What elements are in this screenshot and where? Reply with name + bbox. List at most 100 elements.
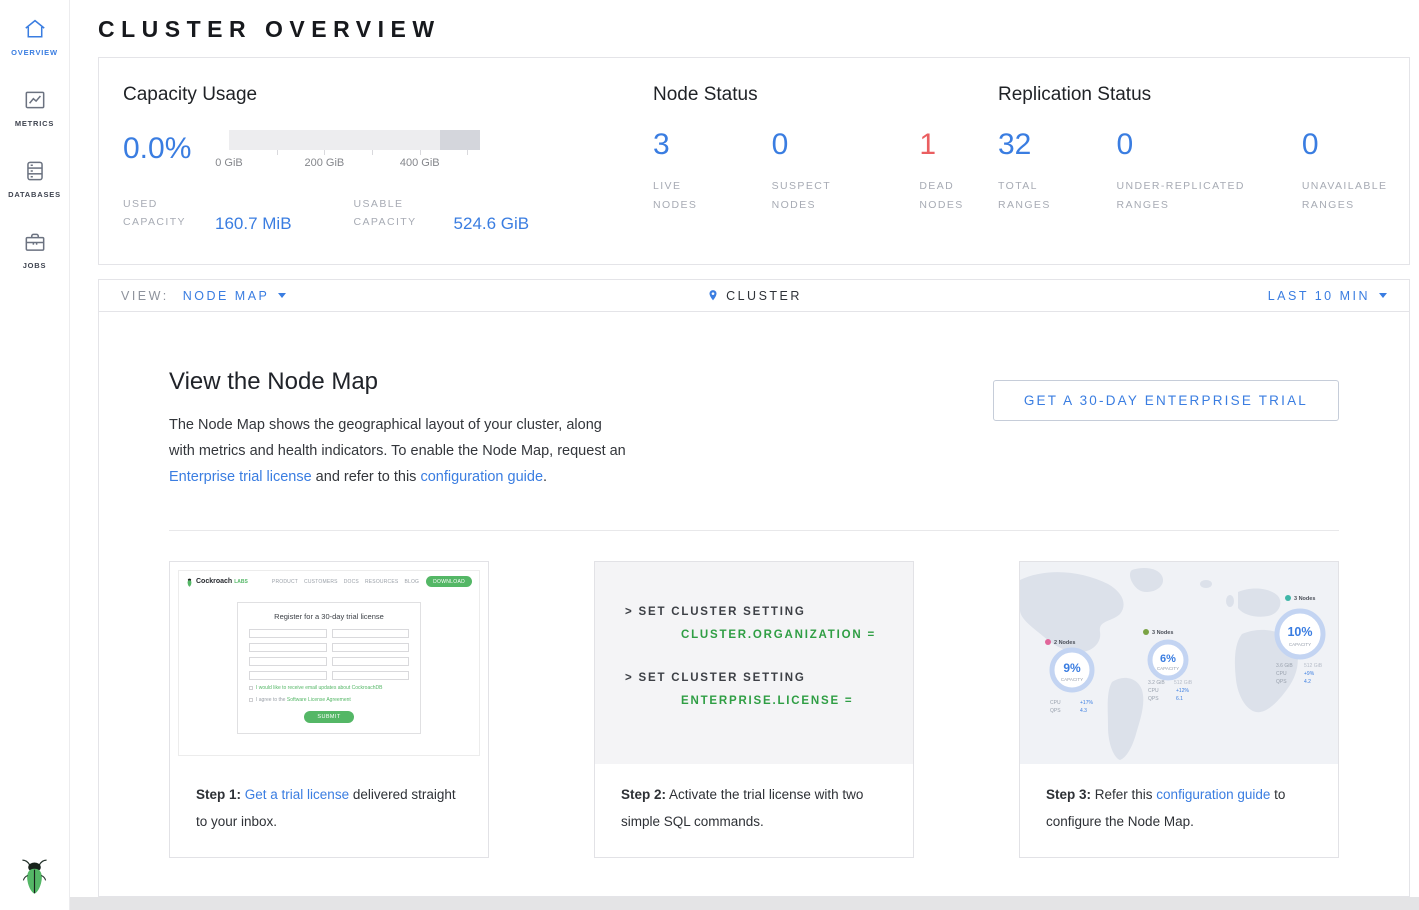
step-3-map-thumbnail: 2 Nodes 9% CAPACITY CPU +17% QPS 4.3 [1020,562,1338,764]
mini-brand-suffix: LABS [234,579,248,585]
page-title: CLUSTER OVERVIEW [98,16,1410,43]
tick-label: 0 GiB [215,157,243,169]
sql-command: > SET CLUSTER SETTING [625,672,913,684]
node-map-description: The Node Map shows the geographical layo… [169,412,631,490]
configuration-guide-link[interactable]: configuration guide [1156,787,1270,802]
svg-text:3.2 GiB: 3.2 GiB [1148,680,1165,686]
used-capacity-label: USED CAPACITY [123,195,195,232]
mini-registration-form: Register for a 30-day trial license I w [237,602,421,734]
unavailable-ranges-stat: 0 UNAVAILABLE RANGES [1302,130,1409,215]
node-status-section: Node Status 3 LIVE NODES 0 SUSPECT NODES… [653,84,998,234]
total-ranges-label: TOTAL RANGES [998,180,1051,211]
tick-label: 200 GiB [305,157,345,169]
sidebar-item-jobs[interactable]: JOBS [0,229,70,270]
enterprise-trial-button[interactable]: GET A 30-DAY ENTERPRISE TRIAL [993,380,1339,421]
used-capacity-stat: USED CAPACITY 160.7 MiB [123,195,292,232]
svg-text:9%: 9% [1063,661,1081,675]
replication-status-section: Replication Status 32 TOTAL RANGES 0 UND… [998,84,1409,234]
enterprise-trial-license-link[interactable]: Enterprise trial license [169,469,312,485]
under-replicated-ranges-stat: 0 UNDER-REPLICATED RANGES [1117,130,1256,215]
mini-agree-checkbox: I agree to the Software License Agreemen… [249,697,409,704]
suspect-nodes-value: 0 [772,130,874,160]
svg-text:CAPACITY: CAPACITY [1157,666,1179,671]
mini-form-title: Register for a 30-day trial license [249,612,409,621]
capacity-bar-segment [440,130,480,150]
cockroach-logo-icon [186,577,193,587]
total-ranges-stat: 32 TOTAL RANGES [998,130,1071,215]
step-1-thumbnail: Cockroach LABS PRODUCT CUSTOMERS DOCS RE… [170,562,488,764]
svg-text:QPS: QPS [1148,696,1159,702]
chevron-down-icon [278,293,286,298]
scope-label: CLUSTER [726,289,802,303]
view-bar: CLUSTER VIEW: NODE MAP LAST 10 MIN [98,279,1410,312]
usable-capacity-stat: USABLE CAPACITY 524.6 GiB [354,195,530,232]
mini-brand: Cockroach [196,578,232,585]
node-map-intro: View the Node Map The Node Map shows the… [169,368,631,490]
step-1-caption: Step 1: Get a trial license delivered st… [170,764,488,857]
svg-text:10%: 10% [1287,625,1312,639]
capacity-bar: 0 GiB 200 GiB 400 GiB [229,130,480,171]
svg-text:4.2: 4.2 [1304,679,1311,685]
step-1-card: Cockroach LABS PRODUCT CUSTOMERS DOCS RE… [169,561,489,858]
usable-capacity-label: USABLE CAPACITY [354,195,434,232]
step-2-card: > SET CLUSTER SETTING CLUSTER.ORGANIZATI… [594,561,914,858]
dead-nodes-stat: 1 DEAD NODES [919,130,998,215]
node-map-preview: 2 Nodes 9% CAPACITY CPU +17% QPS 4.3 [1020,562,1338,764]
svg-text:6.1: 6.1 [1176,696,1183,702]
capacity-usage-title: Capacity Usage [123,84,653,106]
databases-icon [22,158,48,184]
used-capacity-value: 160.7 MiB [215,214,292,234]
svg-text:512 GiB: 512 GiB [1174,680,1193,686]
view-selector-dropdown[interactable]: NODE MAP [183,289,287,303]
sql-setting: CLUSTER.ORGANIZATION = [625,629,913,641]
svg-text:+12%: +12% [1176,688,1189,694]
node-map-panel: View the Node Map The Node Map shows the… [98,312,1410,897]
svg-text:512 GiB: 512 GiB [1304,663,1323,669]
svg-text:CPU: CPU [1148,688,1159,694]
under-replicated-ranges-value: 0 [1117,130,1256,160]
node-map-title: View the Node Map [169,368,631,396]
sidebar-item-label: METRICS [15,119,54,128]
svg-text:CAPACITY: CAPACITY [1061,677,1083,682]
tick-label: 400 GiB [400,157,440,169]
divider [169,530,1339,531]
live-nodes-label: LIVE NODES [653,180,697,211]
svg-text:+17%: +17% [1080,700,1093,706]
mini-nav: PRODUCT CUSTOMERS DOCS RESOURCES BLOG [266,579,419,585]
svg-text:QPS: QPS [1050,708,1061,714]
unavailable-ranges-label: UNAVAILABLE RANGES [1302,180,1388,211]
sql-command: > SET CLUSTER SETTING [625,606,913,618]
step-3-card: 2 Nodes 9% CAPACITY CPU +17% QPS 4.3 [1019,561,1339,858]
capacity-usage-section: Capacity Usage 0.0% 0 GiB 200 GiB [123,84,653,234]
sidebar-item-overview[interactable]: OVERVIEW [0,16,70,57]
svg-text:3 Nodes: 3 Nodes [1294,596,1315,602]
dead-nodes-value: 1 [919,130,998,160]
sql-setting: ENTERPRISE.LICENSE = [625,695,913,707]
sidebar-item-databases[interactable]: DATABASES [0,158,70,199]
svg-text:6%: 6% [1160,653,1176,665]
sidebar-item-label: DATABASES [8,190,61,199]
step-2-caption: Step 2: Activate the trial license with … [595,764,913,857]
svg-text:+9%: +9% [1304,671,1315,677]
usable-capacity-value: 524.6 GiB [454,214,530,234]
step-2-code-block: > SET CLUSTER SETTING CLUSTER.ORGANIZATI… [595,562,913,764]
sidebar: OVERVIEW METRICS [0,0,70,910]
unavailable-ranges-value: 0 [1302,130,1409,160]
svg-text:QPS: QPS [1276,679,1287,685]
sidebar-item-label: OVERVIEW [11,48,58,57]
get-trial-license-link[interactable]: Get a trial license [245,787,349,802]
live-nodes-value: 3 [653,130,726,160]
configuration-guide-link[interactable]: configuration guide [420,469,543,485]
metrics-icon [22,87,48,113]
step-3-caption: Step 3: Refer this configuration guide t… [1020,764,1338,857]
main-content: CLUSTER OVERVIEW Capacity Usage 0.0% [70,0,1419,897]
suspect-nodes-label: SUSPECT NODES [772,180,831,211]
time-range-dropdown[interactable]: LAST 10 MIN [1268,289,1387,303]
suspect-nodes-stat: 0 SUSPECT NODES [772,130,874,215]
mini-updates-checkbox: I would like to receive email updates ab… [249,685,409,692]
sidebar-item-metrics[interactable]: METRICS [0,87,70,128]
scope-indicator: CLUSTER [99,288,1409,304]
svg-text:CAPACITY: CAPACITY [1289,642,1311,647]
briefcase-icon [22,229,48,255]
setup-steps: Cockroach LABS PRODUCT CUSTOMERS DOCS RE… [169,561,1339,858]
